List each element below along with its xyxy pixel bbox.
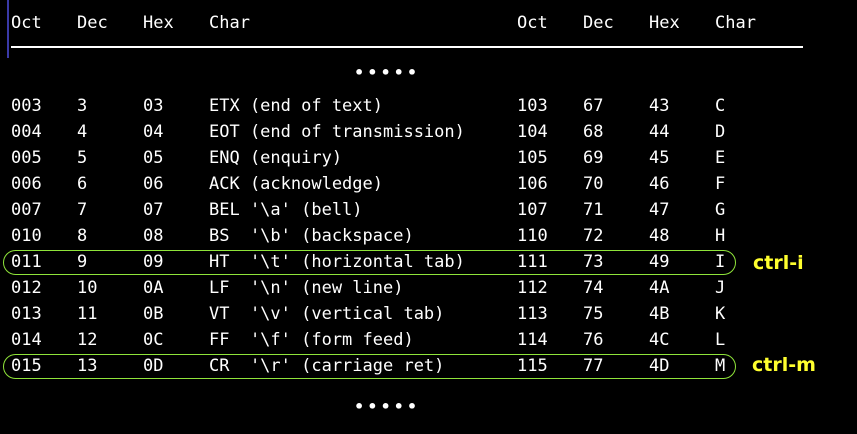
- cell-hex2: 48: [649, 226, 670, 246]
- highlight-ctrl-i-row: [3, 250, 736, 275]
- table-row: 012 10 0A LF '\n' (new line) 112 74 4A J: [0, 275, 857, 301]
- cell-char2: D: [715, 122, 726, 142]
- cell-dec1: 12: [77, 330, 98, 350]
- annotation-ctrl-i: ctrl-i: [753, 252, 804, 274]
- cell-oct2: 104: [517, 122, 548, 142]
- cell-hex1: 07: [143, 200, 164, 220]
- cell-char1: BEL '\a' (bell): [209, 200, 363, 220]
- cell-hex1: 08: [143, 226, 164, 246]
- ellipsis-bottom: •••••: [354, 397, 421, 416]
- table-header: Oct Dec Hex Char Oct Dec Hex Char: [0, 10, 857, 36]
- cell-oct1: 014: [11, 330, 42, 350]
- cell-char2: L: [715, 330, 726, 350]
- table-row: 014 12 0C FF '\f' (form feed) 114 76 4C L: [0, 327, 857, 353]
- cell-dec2: 70: [583, 174, 604, 194]
- cell-dec2: 76: [583, 330, 604, 350]
- table-row: 007 7 07 BEL '\a' (bell) 107 71 47 G: [0, 197, 857, 223]
- cell-hex2: 47: [649, 200, 670, 220]
- cell-dec2: 71: [583, 200, 604, 220]
- cell-char2: J: [715, 278, 726, 298]
- cell-dec2: 68: [583, 122, 604, 142]
- cell-char2: F: [715, 174, 726, 194]
- cell-char2: K: [715, 304, 726, 324]
- cell-dec1: 4: [77, 122, 88, 142]
- cell-oct1: 007: [11, 200, 42, 220]
- table-row: 004 4 04 EOT (end of transmission) 104 68 44 D: [0, 119, 857, 145]
- cell-dec1: 11: [77, 304, 98, 324]
- cell-hex1: 04: [143, 122, 164, 142]
- header-oct-right: Oct: [517, 13, 548, 33]
- cell-hex1: 03: [143, 96, 164, 116]
- table-row: 005 5 05 ENQ (enquiry) 105 69 45 E: [0, 145, 857, 171]
- cell-hex1: 0B: [143, 304, 164, 324]
- cell-hex1: 06: [143, 174, 164, 194]
- cell-dec2: 69: [583, 148, 604, 168]
- cell-dec2: 75: [583, 304, 604, 324]
- cell-oct1: 012: [11, 278, 42, 298]
- table-row: 006 6 06 ACK (acknowledge) 106 70 46 F: [0, 171, 857, 197]
- header-oct-left: Oct: [11, 13, 42, 33]
- cell-char1: ETX (end of text): [209, 96, 383, 116]
- cell-oct2: 110: [517, 226, 548, 246]
- cell-char1: VT '\v' (vertical tab): [209, 304, 445, 324]
- cell-oct2: 113: [517, 304, 548, 324]
- cell-oct2: 107: [517, 200, 548, 220]
- table-row: 013 11 0B VT '\v' (vertical tab) 113 75 4B K: [0, 301, 857, 327]
- cell-oct2: 106: [517, 174, 548, 194]
- highlight-ctrl-m-row: [3, 354, 736, 379]
- header-hex-left: Hex: [143, 13, 174, 33]
- cell-hex2: 4B: [649, 304, 670, 324]
- header-dec-left: Dec: [77, 13, 108, 33]
- cell-oct2: 114: [517, 330, 548, 350]
- cell-dec2: 72: [583, 226, 604, 246]
- cell-oct1: 004: [11, 122, 42, 142]
- header-dec-right: Dec: [583, 13, 614, 33]
- cell-oct1: 003: [11, 96, 42, 116]
- cell-char2: E: [715, 148, 726, 168]
- cell-oct1: 013: [11, 304, 42, 324]
- cell-char1: BS '\b' (backspace): [209, 226, 414, 246]
- cell-oct1: 006: [11, 174, 42, 194]
- header-divider: [11, 46, 803, 48]
- cell-hex2: 45: [649, 148, 670, 168]
- cell-dec1: 8: [77, 226, 88, 246]
- cell-dec1: 10: [77, 278, 98, 298]
- cell-oct2: 103: [517, 96, 548, 116]
- table-row: 010 8 08 BS '\b' (backspace) 110 72 48 H: [0, 223, 857, 249]
- cell-dec2: 67: [583, 96, 604, 116]
- header-char-left: Char: [209, 13, 250, 33]
- cell-oct2: 112: [517, 278, 548, 298]
- cell-dec1: 6: [77, 174, 88, 194]
- cell-hex1: 0A: [143, 278, 164, 298]
- cell-hex1: 0C: [143, 330, 164, 350]
- cell-char2: G: [715, 200, 726, 220]
- cell-char2: H: [715, 226, 726, 246]
- header-char-right: Char: [715, 13, 756, 33]
- cell-hex1: 05: [143, 148, 164, 168]
- cell-hex2: 43: [649, 96, 670, 116]
- cell-char1: EOT (end of transmission): [209, 122, 465, 142]
- cell-char1: ENQ (enquiry): [209, 148, 343, 168]
- cell-hex2: 4C: [649, 330, 670, 350]
- cell-hex2: 4A: [649, 278, 670, 298]
- cell-dec1: 3: [77, 96, 88, 116]
- cell-dec1: 5: [77, 148, 88, 168]
- cell-char2: C: [715, 96, 726, 116]
- table-row: 003 3 03 ETX (end of text) 103 67 43 C: [0, 93, 857, 119]
- cell-oct1: 010: [11, 226, 42, 246]
- cell-hex2: 44: [649, 122, 670, 142]
- cell-char1: FF '\f' (form feed): [209, 330, 414, 350]
- ellipsis-top: •••••: [354, 63, 421, 82]
- cell-dec2: 74: [583, 278, 604, 298]
- header-hex-right: Hex: [649, 13, 680, 33]
- cell-char1: ACK (acknowledge): [209, 174, 383, 194]
- cell-dec1: 7: [77, 200, 88, 220]
- cell-oct1: 005: [11, 148, 42, 168]
- annotation-ctrl-m: ctrl-m: [752, 354, 816, 376]
- cell-char1: LF '\n' (new line): [209, 278, 404, 298]
- cell-oct2: 105: [517, 148, 548, 168]
- cell-hex2: 46: [649, 174, 670, 194]
